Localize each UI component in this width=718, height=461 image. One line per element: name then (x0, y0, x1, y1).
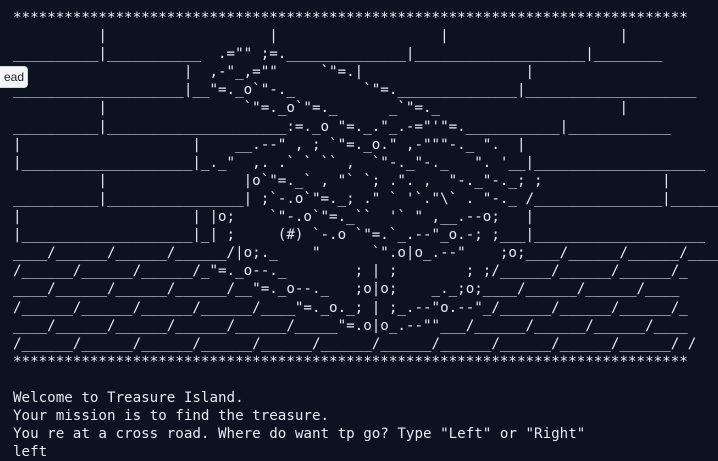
mission-message: Your mission is to find the treasure. (13, 408, 330, 425)
ascii-art-line: | | |o; `"-.o`"=._`` '` " ,__.--o; | (13, 209, 535, 226)
terminal-window[interactable]: ****************************************… (0, 0, 718, 461)
ascii-art-line: /______/______/______/______/____"=._o._… (13, 299, 688, 316)
stars-border-top: ****************************************… (13, 10, 688, 26)
ascii-art-line: | |o`"=._` , "` `; .". , "-._"-._; ; | (13, 172, 671, 189)
ascii-art-line: ____/______/______/______/__"=._o--._ ;o… (13, 281, 680, 298)
ascii-art-line: __________|___________ .="" ;=._________… (13, 46, 663, 63)
ascii-art-line: __________|_____________________:=._o "=… (13, 118, 671, 135)
ascii-art-line: | | | | (13, 28, 628, 45)
console-output: ****************************************… (13, 9, 718, 461)
ascii-art-line: | `"=._o`"=._ _`"=._ | (13, 100, 628, 117)
ascii-art-line: | | __.--" , ; `"=._o." ,-"""-._ ". | (13, 136, 526, 153)
ascii-art-line: | ,-"_,="" `"=.| | (13, 64, 535, 81)
ascii-art-line: |____________________|_| ; (#) `-.o `"=.… (13, 227, 705, 244)
ascii-art-line: /______/______/______/______/______/____… (13, 335, 697, 352)
ascii-art-line: ____/______/______/______/______/_____"=… (13, 317, 688, 334)
stars-border-bottom: ****************************************… (13, 353, 688, 370)
user-input-line[interactable]: left (13, 443, 718, 461)
ascii-art-line: __________|________________| ;`-.o`"=._;… (13, 190, 718, 207)
ascii-art-line: ____________________|__"=._o`"-._ `"=.__… (13, 82, 697, 99)
ascii-art-line: /______/______/______/_"=._o--._ ; | ; ;… (13, 263, 688, 280)
ascii-art-line: |____________________|_._" ,. .` ` `` , … (13, 154, 705, 171)
side-panel-tab[interactable]: ead (0, 66, 28, 88)
direction-prompt: You re at a cross road. Where do want tp… (13, 426, 586, 443)
ascii-art-line: ____/______/______/______/|o;._ " `".o|o… (13, 245, 718, 262)
welcome-message: Welcome to Treasure Island. (13, 389, 244, 406)
